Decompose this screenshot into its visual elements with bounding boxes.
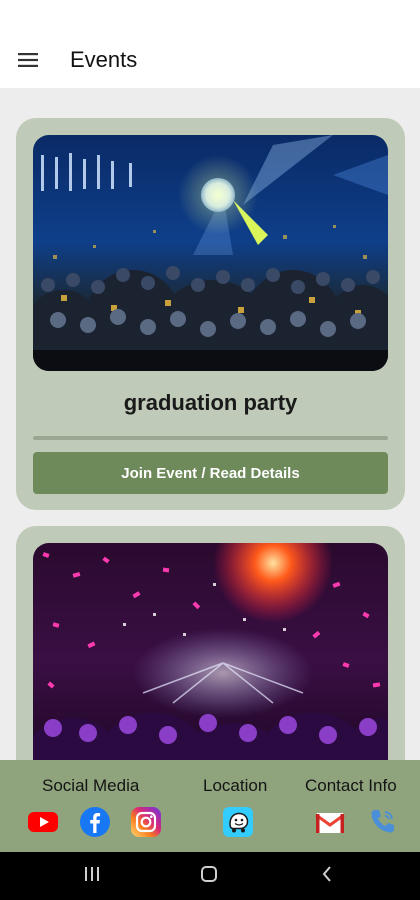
status-bar xyxy=(0,0,420,32)
gmail-icon[interactable] xyxy=(314,806,346,838)
system-nav-bar xyxy=(0,852,420,900)
event-image[interactable] xyxy=(33,543,388,760)
instagram-icon[interactable] xyxy=(130,806,162,838)
back-button[interactable] xyxy=(313,862,341,890)
events-list[interactable]: graduation party Join Event / Read Detai… xyxy=(0,88,420,760)
home-button[interactable] xyxy=(195,862,223,890)
hamburger-icon xyxy=(18,53,38,67)
page-title: Events xyxy=(70,47,138,72)
contact-info-label: Contact Info xyxy=(305,776,397,795)
back-icon xyxy=(320,865,334,888)
card-divider xyxy=(33,436,388,440)
recent-apps-icon xyxy=(83,866,101,887)
event-image[interactable] xyxy=(33,135,388,371)
facebook-icon[interactable] xyxy=(79,806,111,838)
app-bar: Events xyxy=(0,32,420,88)
footer: Social Media Location Contact Info xyxy=(0,760,420,852)
youtube-icon[interactable] xyxy=(27,806,59,838)
join-event-button[interactable]: Join Event / Read Details xyxy=(33,452,388,494)
social-media-label: Social Media xyxy=(42,776,140,795)
phone-icon[interactable] xyxy=(366,806,398,838)
waze-icon[interactable] xyxy=(222,806,254,838)
home-icon xyxy=(200,865,218,888)
event-title: graduation party xyxy=(123,390,298,415)
menu-button[interactable] xyxy=(0,32,56,88)
recent-apps-button[interactable] xyxy=(78,862,106,890)
event-card: graduation party Join Event / Read Detai… xyxy=(16,118,405,510)
location-label: Location xyxy=(203,776,268,795)
event-card xyxy=(16,526,405,760)
